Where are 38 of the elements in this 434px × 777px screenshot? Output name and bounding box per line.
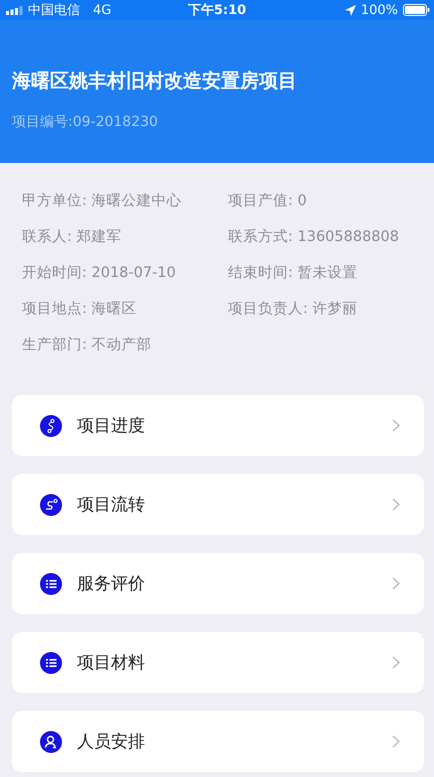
- info-field: 生产部门: 不动产部: [22, 335, 228, 355]
- info-field: 联系人: 郑建军: [22, 227, 228, 247]
- battery-icon: [403, 4, 430, 16]
- menu-item[interactable]: 服务评价: [12, 553, 424, 614]
- info-field: 项目负责人: 许梦丽: [228, 299, 434, 319]
- project-title: 海曙区姚丰村旧村改造安置房项目: [12, 69, 298, 94]
- info-field: 项目产值: 0: [228, 191, 434, 211]
- battery-percent: 100%: [360, 2, 398, 18]
- menu-item[interactable]: 项目流转: [12, 474, 424, 535]
- menu-label: 项目进度: [77, 415, 146, 437]
- menu-label: 项目流转: [77, 494, 146, 516]
- menu-label: 服务评价: [77, 573, 146, 595]
- menu-label: 人员安排: [77, 731, 146, 753]
- chevron-right-icon: [392, 656, 400, 669]
- menu-item[interactable]: 项目进度: [12, 395, 424, 456]
- person-icon: [40, 730, 62, 752]
- info-field: 开始时间: 2018-07-10: [22, 263, 228, 283]
- info-field: 结束时间: 暂未设置: [228, 263, 434, 283]
- chevron-right-icon: [392, 419, 400, 432]
- path-icon: [40, 494, 62, 516]
- signal-icon: [6, 6, 23, 14]
- chevron-right-icon: [392, 577, 400, 590]
- info-field: 甲方单位: 海曙公建中心: [22, 191, 228, 211]
- chevron-right-icon: [392, 735, 400, 748]
- info-field: 联系方式: 13605888808: [228, 227, 434, 247]
- menu-item[interactable]: 人员安排: [12, 711, 424, 772]
- carrier-name: 中国电信: [28, 2, 80, 19]
- list-icon: [40, 652, 62, 674]
- network-type: 4G: [93, 2, 112, 18]
- route-icon: [40, 414, 62, 436]
- info-field: 项目地点: 海曙区: [22, 299, 228, 319]
- menu-label: 项目材料: [77, 652, 146, 674]
- location-arrow-icon: [344, 4, 356, 16]
- chevron-right-icon: [392, 498, 400, 511]
- menu-item[interactable]: 项目材料: [12, 632, 424, 693]
- project-code: 项目编号:09-2018230: [12, 113, 159, 131]
- list-icon: [40, 572, 62, 594]
- status-time: 下午5:10: [188, 2, 246, 19]
